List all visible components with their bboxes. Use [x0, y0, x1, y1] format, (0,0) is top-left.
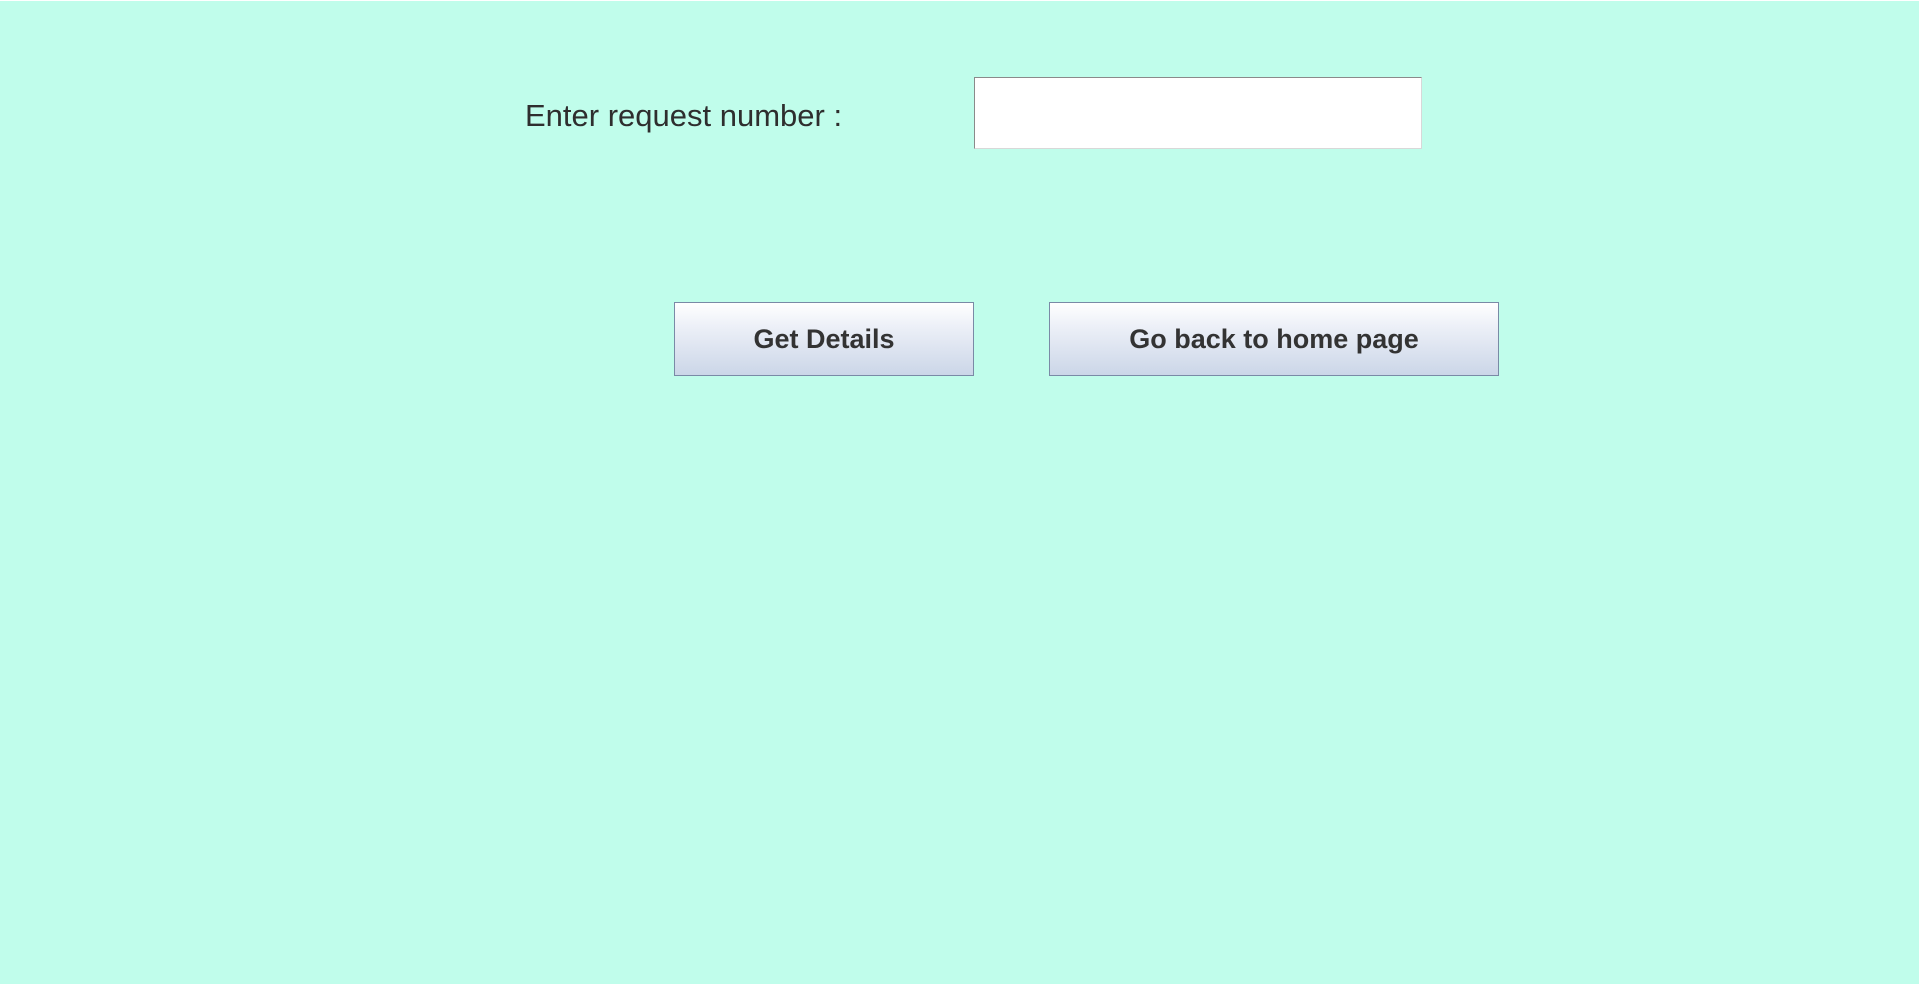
- main-panel: Enter request number : Get Details Go ba…: [0, 1, 1919, 984]
- request-number-label: Enter request number :: [525, 98, 843, 133]
- request-number-input[interactable]: [974, 77, 1422, 149]
- home-page-button[interactable]: Go back to home page: [1049, 302, 1499, 376]
- get-details-button[interactable]: Get Details: [674, 302, 974, 376]
